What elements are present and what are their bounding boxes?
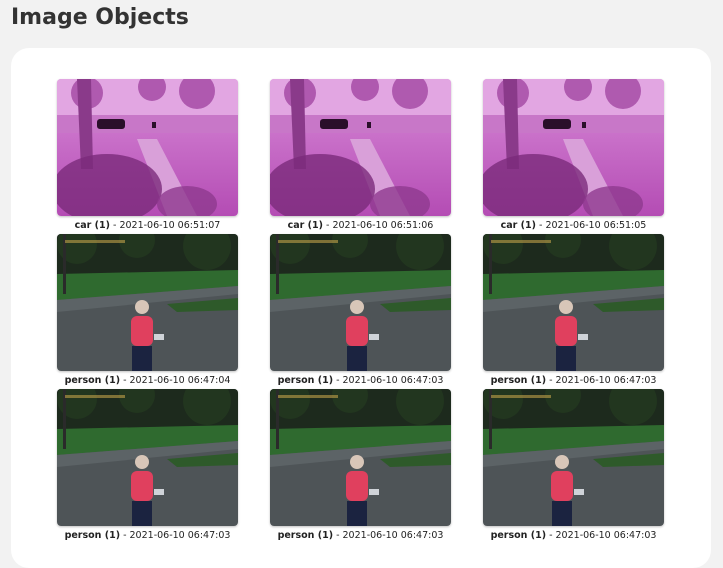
person-snapshot-thumbnail[interactable] xyxy=(483,389,664,526)
object-timestamp: 2021-06-10 06:47:04 xyxy=(129,375,231,386)
image-object-tile: person (1) - 2021-06-10 06:47:03 xyxy=(57,389,238,544)
person-snapshot-thumbnail[interactable] xyxy=(270,389,451,526)
thumbnail-caption: person (1) - 2021-06-10 06:47:03 xyxy=(57,530,238,541)
image-object-tile: person (1) - 2021-06-10 06:47:03 xyxy=(483,234,664,389)
person-snapshot-thumbnail[interactable] xyxy=(57,234,238,371)
object-label: person (1) xyxy=(490,375,547,386)
thumbnail-caption: car (1) - 2021-06-10 06:51:06 xyxy=(270,220,451,231)
car-snapshot-thumbnail[interactable] xyxy=(483,79,664,216)
image-grid: car (1) - 2021-06-10 06:51:07 car (1) - … xyxy=(57,79,664,544)
object-label: car (1) xyxy=(500,220,536,231)
image-object-tile: car (1) - 2021-06-10 06:51:06 xyxy=(270,79,451,234)
caption-separator: - xyxy=(333,375,343,386)
object-timestamp: 2021-06-10 06:47:03 xyxy=(342,530,444,541)
person-snapshot-thumbnail[interactable] xyxy=(57,389,238,526)
object-label: person (1) xyxy=(490,530,547,541)
thumbnail-caption: person (1) - 2021-06-10 06:47:03 xyxy=(270,375,451,386)
object-timestamp: 2021-06-10 06:47:03 xyxy=(555,375,657,386)
thumbnail-caption: car (1) - 2021-06-10 06:51:05 xyxy=(483,220,664,231)
thumbnail-caption: person (1) - 2021-06-10 06:47:03 xyxy=(483,375,664,386)
object-label: person (1) xyxy=(277,530,334,541)
image-object-tile: car (1) - 2021-06-10 06:51:07 xyxy=(57,79,238,234)
object-label: person (1) xyxy=(64,530,121,541)
caption-separator: - xyxy=(120,375,130,386)
image-object-tile: person (1) - 2021-06-10 06:47:03 xyxy=(270,389,451,544)
caption-separator: - xyxy=(333,530,343,541)
object-label: car (1) xyxy=(74,220,110,231)
caption-separator: - xyxy=(546,375,556,386)
thumbnail-caption: person (1) - 2021-06-10 06:47:03 xyxy=(270,530,451,541)
object-label: car (1) xyxy=(287,220,323,231)
object-timestamp: 2021-06-10 06:47:03 xyxy=(129,530,231,541)
image-object-tile: person (1) - 2021-06-10 06:47:03 xyxy=(483,389,664,544)
image-object-tile: car (1) - 2021-06-10 06:51:05 xyxy=(483,79,664,234)
object-timestamp: 2021-06-10 06:51:05 xyxy=(545,220,647,231)
caption-separator: - xyxy=(546,530,556,541)
thumbnail-caption: car (1) - 2021-06-10 06:51:07 xyxy=(57,220,238,231)
person-snapshot-thumbnail[interactable] xyxy=(483,234,664,371)
car-snapshot-thumbnail[interactable] xyxy=(270,79,451,216)
car-snapshot-thumbnail[interactable] xyxy=(57,79,238,216)
object-timestamp: 2021-06-10 06:47:03 xyxy=(555,530,657,541)
image-object-tile: person (1) - 2021-06-10 06:47:04 xyxy=(57,234,238,389)
object-timestamp: 2021-06-10 06:47:03 xyxy=(342,375,444,386)
page-title: Image Objects xyxy=(11,5,189,30)
object-timestamp: 2021-06-10 06:51:07 xyxy=(119,220,221,231)
person-snapshot-thumbnail[interactable] xyxy=(270,234,451,371)
caption-separator: - xyxy=(120,530,130,541)
object-timestamp: 2021-06-10 06:51:06 xyxy=(332,220,434,231)
object-label: person (1) xyxy=(277,375,334,386)
thumbnail-caption: person (1) - 2021-06-10 06:47:03 xyxy=(483,530,664,541)
image-objects-panel: car (1) - 2021-06-10 06:51:07 car (1) - … xyxy=(11,48,711,568)
object-label: person (1) xyxy=(64,375,121,386)
thumbnail-caption: person (1) - 2021-06-10 06:47:04 xyxy=(57,375,238,386)
image-object-tile: person (1) - 2021-06-10 06:47:03 xyxy=(270,234,451,389)
